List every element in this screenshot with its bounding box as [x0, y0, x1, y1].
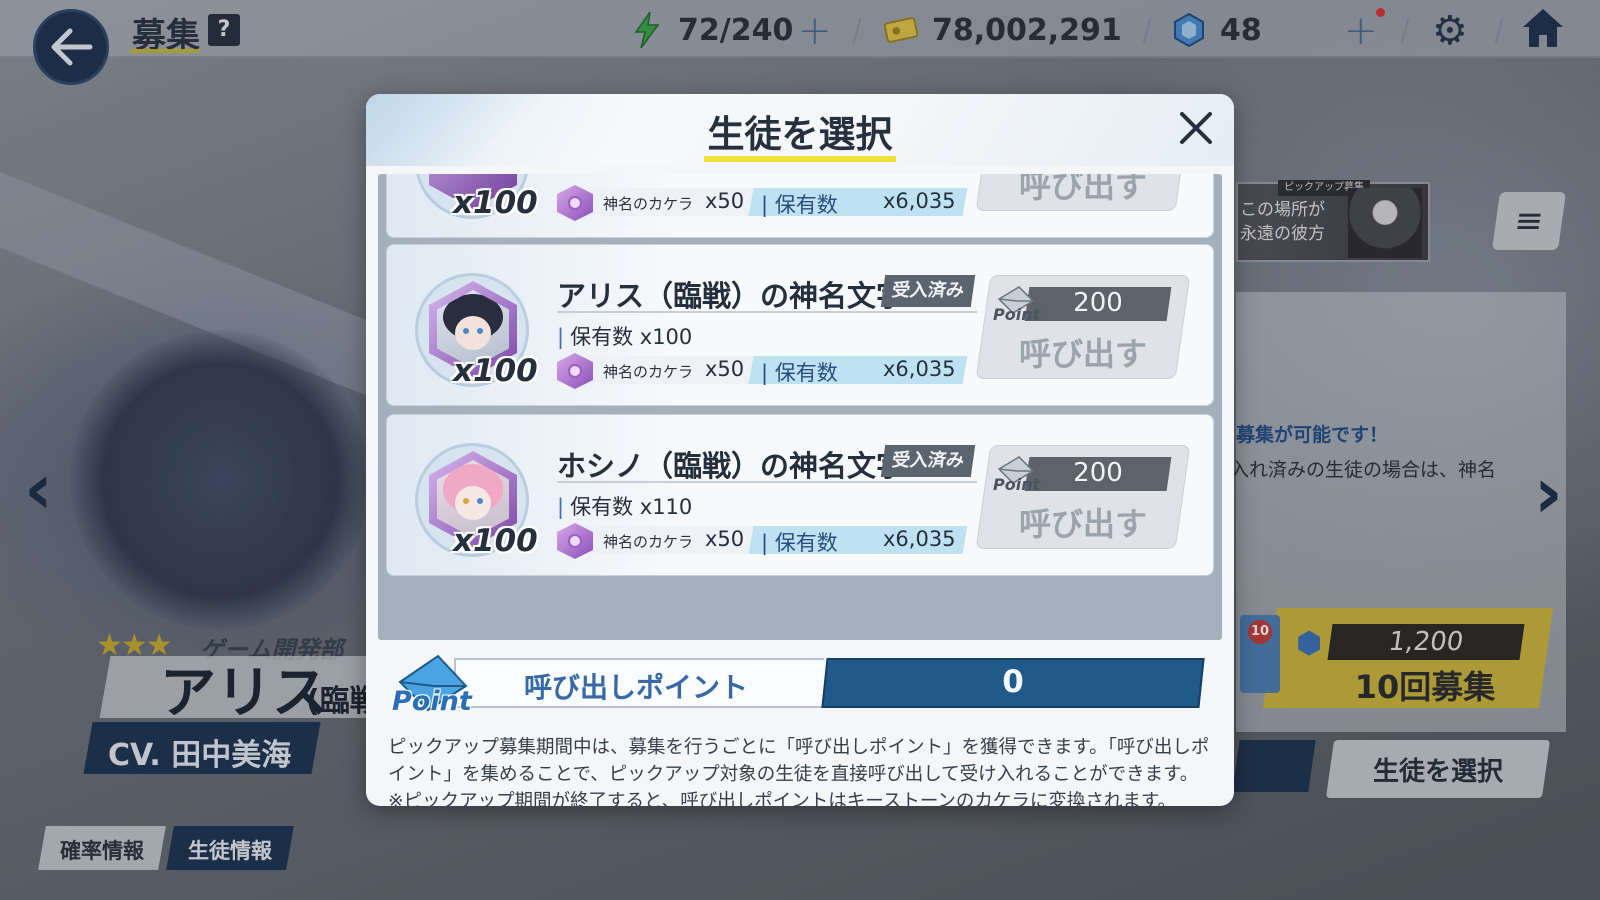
have-value: x6,035: [883, 189, 956, 213]
call-points-bar: Point 呼び出しポイント 0: [392, 654, 1224, 717]
cost-row: 神名のカケラ x50 | 保有数 x6,035: [557, 523, 973, 559]
call-button-label: 呼び出す: [1018, 174, 1147, 205]
cost-row: 神名のカケラ x50 | 保有数 x6,035: [557, 185, 973, 221]
owned-count: | 保有数 x110: [557, 495, 693, 519]
cost-qty: x50: [705, 189, 745, 213]
call-button-label: 呼び出す: [1018, 505, 1147, 543]
cost-item-name: 神名のカケラ: [603, 533, 694, 551]
have-label: | 保有数: [761, 193, 838, 217]
cost-row: 神名のカケラ x50 | 保有数 x6,035: [557, 353, 973, 389]
cost-item-name: 神名のカケラ: [603, 195, 694, 213]
item-title: ホシノ（臨戦）の神名文字: [557, 449, 906, 483]
status-badge: 受入済み: [880, 445, 976, 477]
call-button-label: 呼び出す: [1018, 335, 1147, 373]
list-item: x100 神名のカケラ x50 | 保有数 x6,035 呼び出す: [386, 174, 1214, 238]
cost-qty: x50: [705, 527, 745, 551]
description: ピックアップ募集期間中は、募集を行うごとに「呼び出しポイント」を獲得できます。「…: [388, 734, 1214, 806]
student-list[interactable]: x100 神名のカケラ x50 | 保有数 x6,035 呼び出す x100 ア…: [378, 174, 1222, 640]
select-student-dialog: 生徒を選択 x100 神名のカケラ x50 | 保有数 x6,035 呼び出す: [366, 94, 1234, 806]
point-cost: 200: [1073, 288, 1123, 318]
dialog-title: 生徒を選択: [707, 113, 893, 156]
list-item: x100 アリス（臨戦）の神名文字 受入済み | 保有数 x100 神名のカケラ …: [386, 244, 1214, 406]
have-value: x6,035: [883, 527, 956, 551]
point-badge-text: Point: [392, 686, 472, 717]
cost-qty: x50: [705, 357, 745, 381]
point-cost: 200: [1073, 458, 1123, 488]
title-accent-bar: [704, 156, 896, 162]
divider: [557, 481, 977, 483]
description-text: ピックアップ募集期間中は、募集を行うごとに「呼び出しポイント」を獲得できます。「…: [388, 737, 1210, 785]
item-multiplier: x100: [453, 185, 538, 221]
have-label: | 保有数: [761, 531, 838, 555]
points-label: 呼び出しポイント: [524, 671, 749, 704]
description-note: ※ピックアップ期間が終了すると、呼び出しポイントはキーストーンのカケラに変換され…: [388, 791, 1177, 806]
status-badge: 受入済み: [880, 275, 976, 307]
item-title: アリス（臨戦）の神名文字: [557, 279, 906, 313]
points-value: 0: [1002, 664, 1024, 700]
have-label: | 保有数: [761, 361, 838, 385]
have-value: x6,035: [883, 357, 956, 381]
owned-count: | 保有数 x100: [557, 325, 693, 349]
close-icon: [1180, 112, 1212, 144]
divider: [557, 311, 977, 313]
list-item: x100 ホシノ（臨戦）の神名文字 受入済み | 保有数 x110 神名のカケラ …: [386, 414, 1214, 576]
item-multiplier: x100: [453, 353, 538, 389]
close-button[interactable]: [1174, 106, 1218, 150]
cost-item-name: 神名のカケラ: [603, 363, 694, 381]
item-multiplier: x100: [453, 523, 538, 559]
